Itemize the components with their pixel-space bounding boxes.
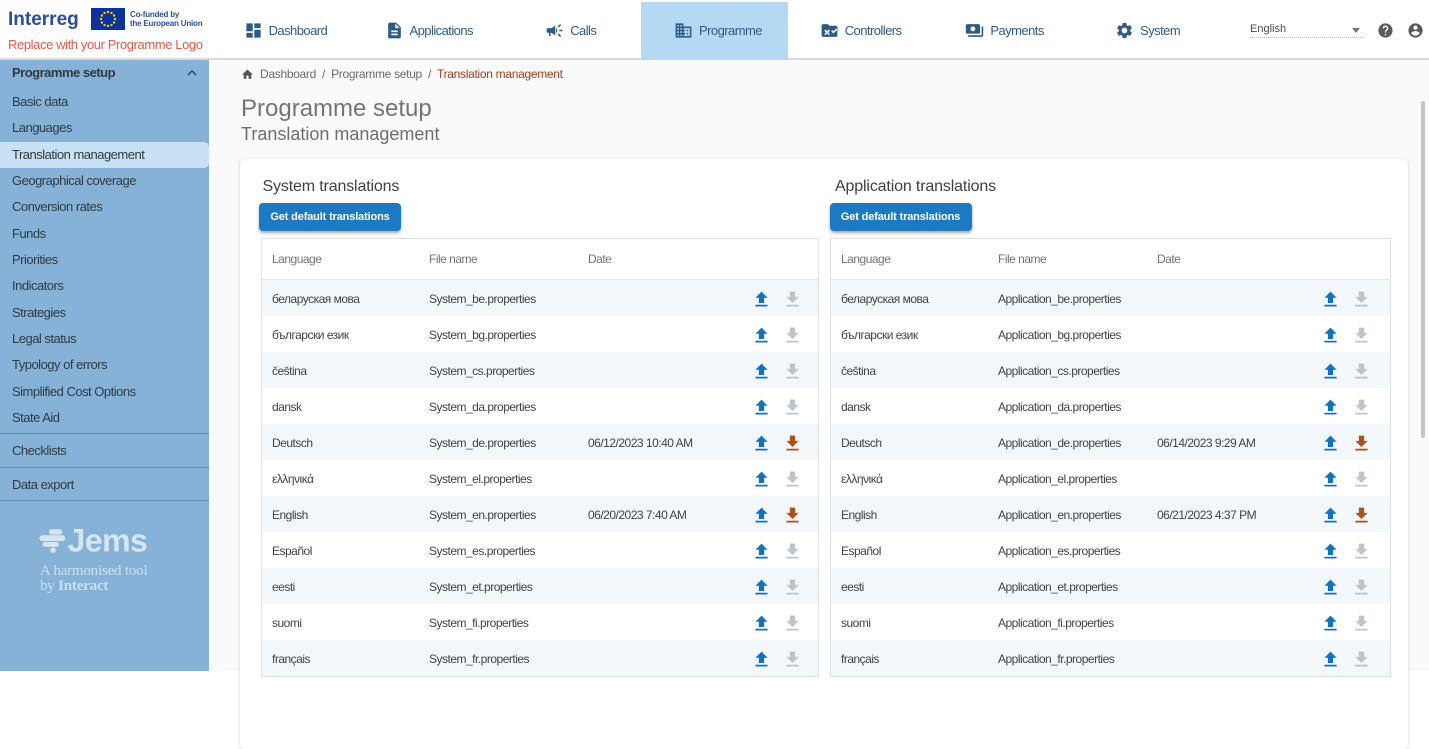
svg-text:Jems: Jems [68, 523, 148, 557]
